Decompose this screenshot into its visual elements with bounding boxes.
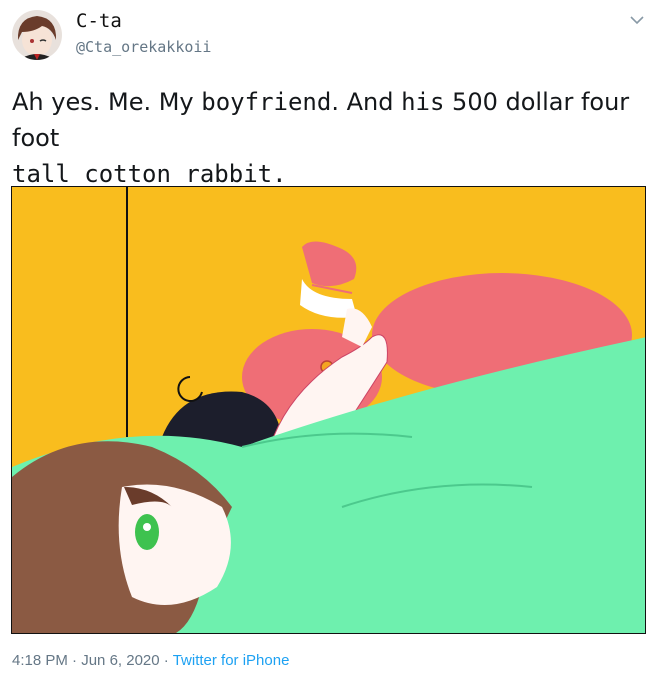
tweet-text: Ah yes. Me. My boyfriend. And his 500 do… bbox=[12, 84, 652, 192]
tweet-text-segment: Ah yes. Me. My bbox=[12, 88, 202, 116]
tweet-date[interactable]: Jun 6, 2020 bbox=[81, 652, 159, 669]
tweet-text-segment: . And bbox=[331, 88, 402, 116]
chevron-down-icon[interactable] bbox=[630, 12, 644, 25]
tweet-source-link[interactable]: Twitter for iPhone bbox=[173, 652, 290, 669]
tweet-text-segment: boyfriend bbox=[201, 88, 332, 116]
display-name[interactable]: C-ta bbox=[76, 10, 122, 32]
user-handle[interactable]: @Cta_orekakkoii bbox=[76, 38, 211, 56]
tweet-image[interactable] bbox=[11, 186, 646, 634]
tweet-text-line: tall cotton rabbit. bbox=[12, 160, 287, 188]
tweet-time[interactable]: 4:18 PM bbox=[12, 652, 68, 669]
separator: · bbox=[67, 652, 82, 669]
illustration bbox=[12, 187, 645, 633]
avatar[interactable] bbox=[12, 10, 62, 60]
tweet-meta: 4:18 PM · Jun 6, 2020 · Twitter for iPho… bbox=[12, 652, 289, 669]
separator: · bbox=[159, 652, 173, 669]
tweet-text-segment: his bbox=[401, 88, 445, 116]
